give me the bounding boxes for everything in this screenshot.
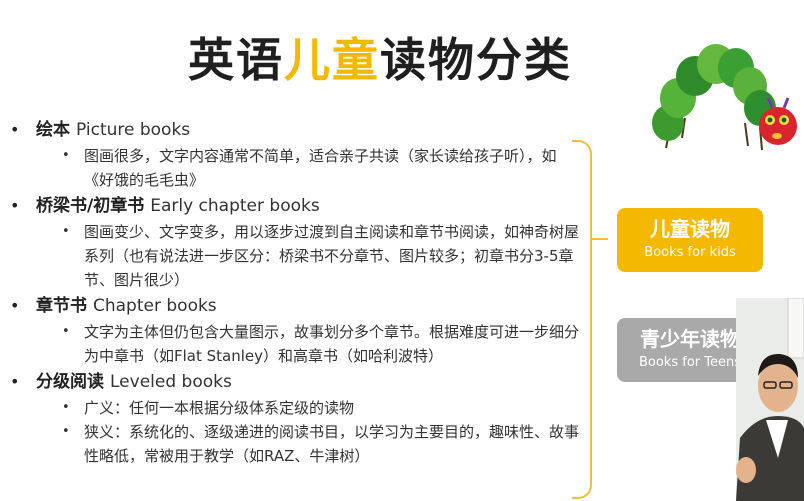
- item-text: 图画变少、文字变多，用以逐步过渡到自主阅读和章节书阅读，如神奇树屋系列（也有说法…: [84, 223, 580, 289]
- kids-box-title: 儿童读物: [650, 217, 730, 241]
- section-title-cn: 绘本: [36, 120, 70, 140]
- item-text: 文字为主体但仍包含大量图示，故事划分多个章节。根据难度可进一步细分为中章书（如F…: [84, 323, 580, 365]
- kids-books-box: 儿童读物 Books for kids: [617, 208, 763, 272]
- section-title-cn: 桥梁书/初章书: [36, 196, 145, 216]
- section-title-en: Chapter books: [93, 296, 217, 316]
- list-item: • 广义：任何一本根据分级体系定级的读物: [10, 396, 600, 420]
- sub-bullet: •: [62, 424, 70, 439]
- kids-box-subtitle: Books for kids: [644, 245, 736, 260]
- title-highlight: 儿童: [284, 33, 380, 87]
- bullet: •: [10, 372, 20, 391]
- sub-bullet: •: [62, 324, 70, 339]
- item-text: 图画很多，文字内容通常不简单，适合亲子共读（家长读给孩子听），如《好饿的毛毛虫》: [84, 147, 557, 189]
- section-early-chapter-books: • 桥梁书/初章书 Early chapter books • 图画变少、文字变…: [10, 192, 600, 292]
- title-part2: 读物分类: [380, 33, 572, 87]
- sub-bullet: •: [62, 400, 70, 415]
- bracket-divider: [572, 140, 592, 499]
- section-picture-books: • 绘本 Picture books • 图画很多，文字内容通常不简单，适合亲子…: [10, 116, 600, 192]
- bullet: •: [10, 196, 20, 215]
- section-title-cn: 章节书: [36, 296, 87, 316]
- section-title-en: Picture books: [76, 120, 191, 140]
- sub-bullet: •: [62, 224, 70, 239]
- category-list: • 绘本 Picture books • 图画很多，文字内容通常不简单，适合亲子…: [10, 116, 600, 468]
- list-item: • 狭义：系统化的、逐级递进的阅读书目，以学习为主要目的，趣味性、故事性略低，常…: [10, 420, 600, 468]
- list-item: • 文字为主体但仍包含大量图示，故事划分多个章节。根据难度可进一步细分为中章书（…: [10, 320, 600, 368]
- bracket-pointer: [590, 238, 608, 240]
- item-text: 狭义：系统化的、逐级递进的阅读书目，以学习为主要目的，趣味性、故事性略低，常被用…: [84, 423, 580, 465]
- section-title-en: Leveled books: [110, 372, 232, 392]
- title-part1: 英语: [188, 33, 284, 87]
- list-item: • 图画很多，文字内容通常不简单，适合亲子共读（家长读给孩子听），如《好饿的毛毛…: [10, 144, 600, 192]
- item-text: 广义：任何一本根据分级体系定级的读物: [84, 399, 355, 417]
- sub-bullet: •: [62, 148, 70, 163]
- section-title-cn: 分级阅读: [36, 372, 104, 392]
- section-leveled-books: • 分级阅读 Leveled books • 广义：任何一本根据分级体系定级的读…: [10, 368, 600, 468]
- page-title: 英语儿童读物分类: [0, 24, 760, 90]
- bullet: •: [10, 120, 20, 139]
- bullet: •: [10, 296, 20, 315]
- section-chapter-books: • 章节书 Chapter books • 文字为主体但仍包含大量图示，故事划分…: [10, 292, 600, 368]
- caterpillar-illustration: [652, 44, 797, 151]
- list-item: • 图画变少、文字变多，用以逐步过渡到自主阅读和章节书阅读，如神奇树屋系列（也有…: [10, 220, 600, 292]
- section-title-en: Early chapter books: [150, 196, 320, 216]
- presenter-video: [736, 298, 804, 501]
